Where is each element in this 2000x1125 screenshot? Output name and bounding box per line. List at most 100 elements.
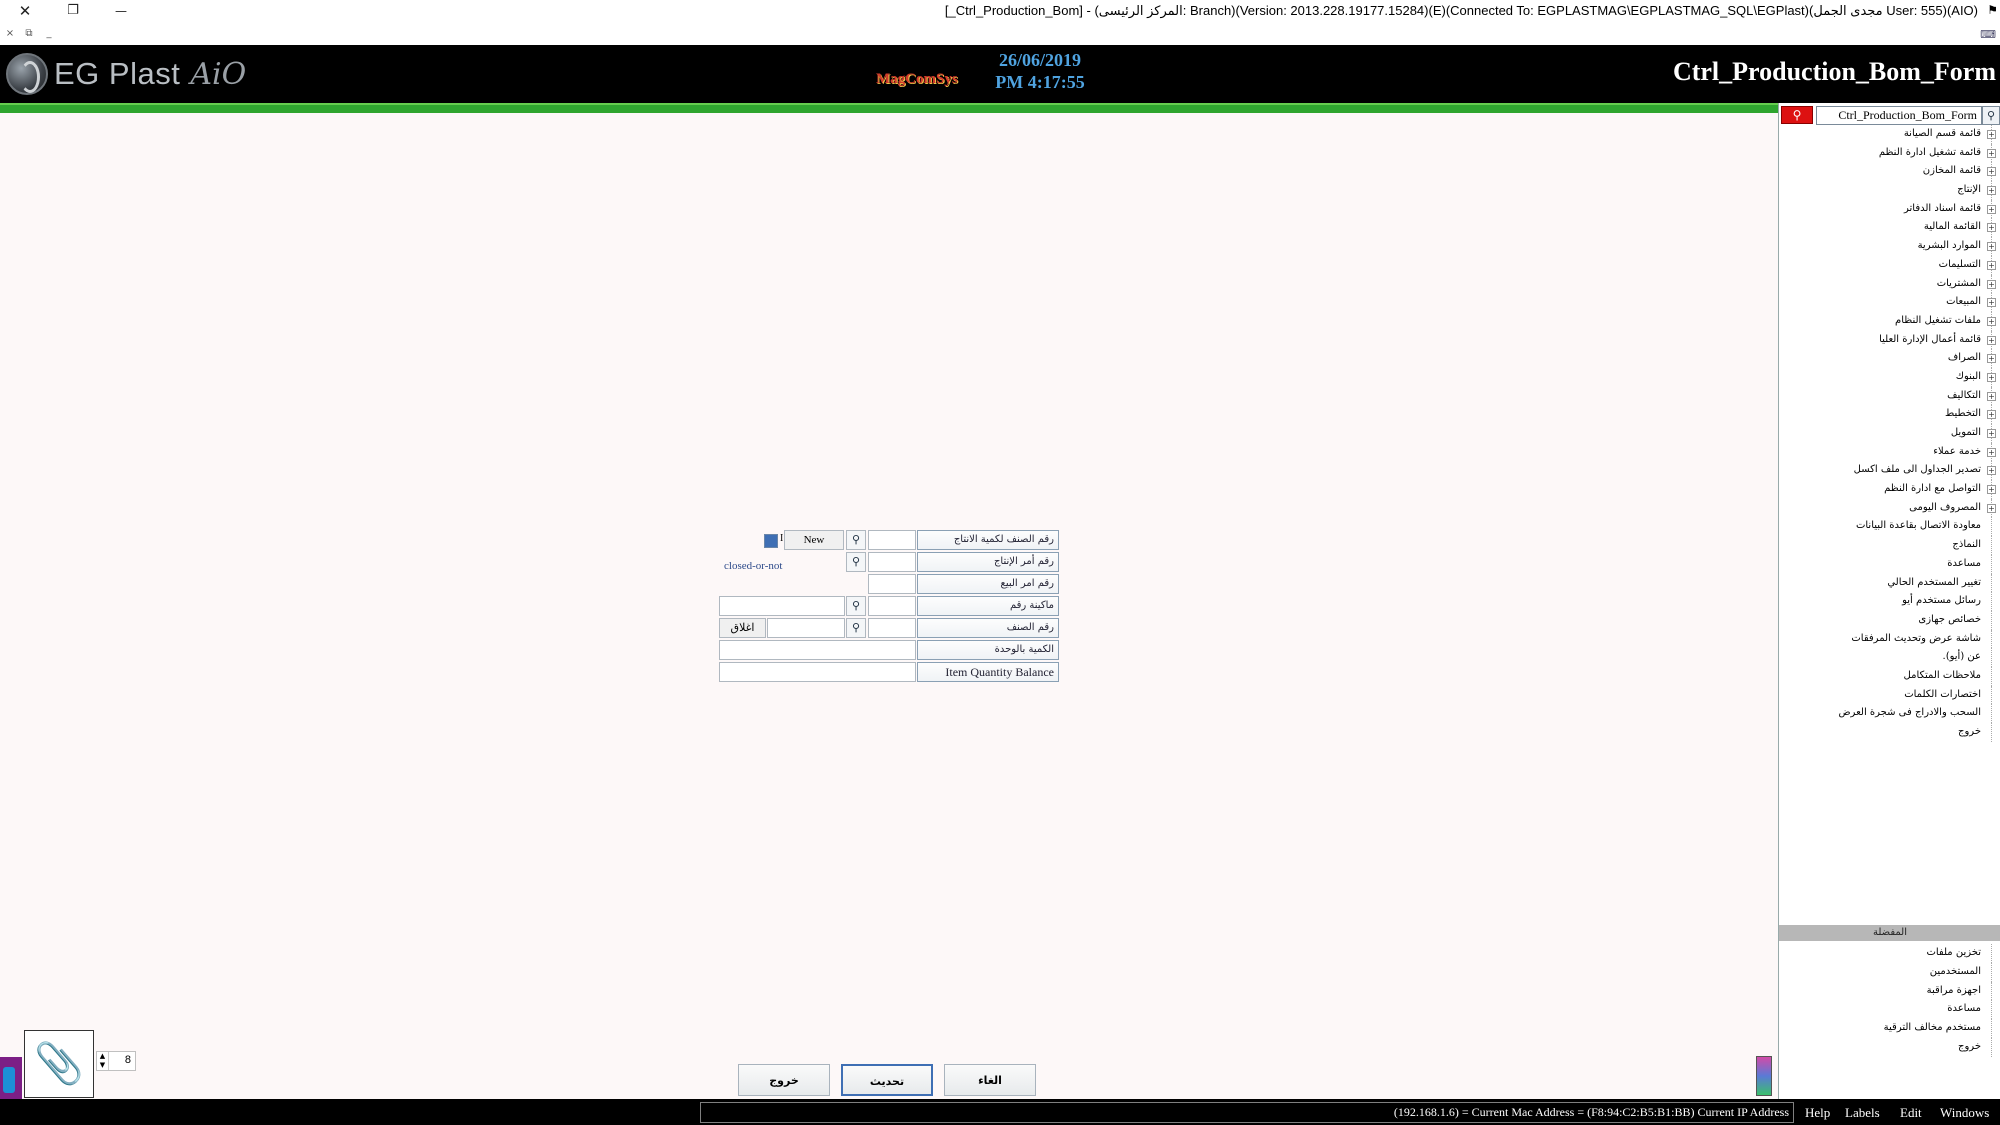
form-search-input[interactable]	[1816, 106, 1982, 125]
favorite-item[interactable]: مستخدم مخالف الترقية	[1779, 1019, 2000, 1038]
tree-item[interactable]: + الإنتاج	[1779, 181, 2000, 200]
favorite-item[interactable]: تخزين ملفات	[1779, 944, 2000, 963]
expand-icon[interactable]: +	[1987, 466, 1996, 476]
expand-icon[interactable]: +	[1987, 447, 1996, 457]
expand-icon[interactable]: +	[1987, 223, 1996, 233]
menu-windows[interactable]: Windows	[1940, 1102, 1989, 1123]
tree-item[interactable]: ملاحظات المتكامل	[1779, 666, 2000, 686]
expand-icon[interactable]: +	[1987, 316, 1996, 326]
new-button[interactable]: New	[784, 530, 844, 550]
tree-item[interactable]: + المبيعات	[1779, 293, 2000, 312]
tree-item[interactable]: + التمويل	[1779, 424, 2000, 443]
tree-item[interactable]: + الصراف	[1779, 349, 2000, 368]
tree-item[interactable]: تغيير المستخدم الحالي	[1779, 573, 2000, 593]
item-quantity-balance-field[interactable]	[719, 662, 916, 682]
menu-edit[interactable]: Edit	[1900, 1102, 1922, 1123]
expand-icon[interactable]: +	[1987, 429, 1996, 438]
tree-item[interactable]: خصائص جهازى	[1779, 610, 2000, 630]
tree-line	[1982, 592, 1992, 611]
search-button[interactable]: ⚲	[1781, 106, 1813, 124]
close-item-button[interactable]: اغلاق	[719, 618, 766, 638]
tree-item[interactable]: معاودة الاتصال بقاعدة البيانات	[1779, 517, 2000, 537]
tree-item[interactable]: عن (أيو).	[1779, 648, 2000, 667]
stepper-arrows-icon[interactable]: ▲ ▼	[97, 1052, 109, 1070]
expand-icon[interactable]: +	[1987, 279, 1996, 289]
exit-button[interactable]: خروج	[738, 1064, 830, 1096]
tree-item[interactable]: شاشة عرض وتحديث المرفقات	[1779, 629, 2000, 649]
expand-icon[interactable]: +	[1987, 130, 1996, 139]
tree-item[interactable]: مساعدة	[1779, 554, 2000, 574]
tree-item[interactable]: خروج	[1779, 723, 2000, 742]
expand-icon[interactable]: +	[1987, 503, 1996, 513]
menu-labels[interactable]: Labels	[1845, 1102, 1880, 1123]
production-order-lookup-button[interactable]: ⚲	[846, 552, 866, 572]
search-icon: ⚲	[851, 621, 861, 634]
tree-item[interactable]: + التخطيط	[1779, 405, 2000, 424]
expand-icon[interactable]: +	[1987, 354, 1996, 364]
favorite-item[interactable]: مساعدة	[1779, 1000, 2000, 1020]
tree-item[interactable]: + القائمة المالية	[1779, 218, 2000, 238]
minimize-window-button[interactable]: —	[106, 0, 136, 22]
machine-lookup-button[interactable]: ⚲	[846, 596, 866, 616]
expand-icon[interactable]: +	[1987, 148, 1996, 158]
expand-icon[interactable]: +	[1987, 335, 1996, 345]
expand-icon[interactable]: +	[1987, 372, 1996, 382]
expand-icon[interactable]: +	[1987, 167, 1996, 177]
item-no-production-qty-lookup-button[interactable]: ⚲	[846, 530, 866, 550]
mdi-minimize-button[interactable]: _	[42, 26, 56, 42]
favorite-item[interactable]: اجهزة مراقبة	[1779, 981, 2000, 1001]
close-window-button[interactable]: ✕	[10, 0, 40, 22]
item-name-field[interactable]	[767, 618, 845, 638]
machine-no-field[interactable]	[868, 596, 916, 616]
tree-item[interactable]: اختصارات الكلمات	[1779, 685, 2000, 705]
expand-icon[interactable]: +	[1987, 298, 1996, 308]
tree-item[interactable]: + قائمة المخازن	[1779, 162, 2000, 182]
tree-item[interactable]: + قائمة تشغيل ادارة النظم	[1779, 143, 2000, 163]
tree-item[interactable]: النماذج	[1779, 536, 2000, 555]
tree-item[interactable]: + المصروف اليومى	[1779, 498, 2000, 518]
cancel-button[interactable]: الغاء	[944, 1064, 1036, 1096]
expand-icon[interactable]: +	[1987, 260, 1996, 270]
mdi-close-button[interactable]: ×	[3, 26, 17, 42]
item-no-production-qty-field[interactable]	[868, 530, 916, 550]
attachments-count-stepper[interactable]: ▲ ▼ 8	[96, 1051, 136, 1071]
attachments-button[interactable]: 📎	[24, 1030, 94, 1098]
favorite-item[interactable]: المستخدمين	[1779, 962, 2000, 982]
tree-item[interactable]: + الموارد البشرية	[1779, 237, 2000, 256]
tree-item[interactable]: + التواصل مع ادارة النظم	[1779, 480, 2000, 499]
side-toggle-tab[interactable]	[0, 1057, 22, 1099]
expand-icon[interactable]: +	[1987, 391, 1996, 401]
tree-item[interactable]: + قائمة قسم الصيانة	[1779, 125, 2000, 144]
mdi-restore-button[interactable]: ⧉	[22, 26, 36, 42]
tree-line	[1982, 517, 1992, 537]
tree-item[interactable]: + ملفات تشغيل النظام	[1779, 311, 2000, 331]
tree-item[interactable]: رسائل مستخدم أيو	[1779, 592, 2000, 611]
restore-window-button[interactable]: ❐	[58, 0, 88, 22]
item-no-field[interactable]	[868, 618, 916, 638]
item-lookup-button[interactable]: ⚲	[846, 618, 866, 638]
tree-item[interactable]: + تصدير الجداول الى ملف اكسل	[1779, 461, 2000, 481]
closed-checkbox[interactable]	[764, 534, 778, 548]
expand-icon[interactable]: +	[1987, 204, 1996, 214]
expand-icon[interactable]: +	[1987, 410, 1996, 420]
color-palette-icon[interactable]	[1756, 1056, 1772, 1096]
expand-icon[interactable]: +	[1987, 242, 1996, 252]
tree-item[interactable]: + قائمة اسناد الدفاتر	[1779, 199, 2000, 219]
tree-item[interactable]: + قائمة أعمال الإدارة العليا	[1779, 330, 2000, 350]
tree-item[interactable]: السحب والادراج فى شجرة العرض	[1779, 704, 2000, 723]
search-go-button[interactable]: ⚲	[1982, 106, 2000, 125]
tree-item[interactable]: + البنوك	[1779, 367, 2000, 387]
sales-order-no-field[interactable]	[868, 574, 916, 594]
menu-help[interactable]: Help	[1805, 1102, 1830, 1123]
production-order-no-field[interactable]	[868, 552, 916, 572]
update-button[interactable]: تحديث	[841, 1064, 933, 1096]
expand-icon[interactable]: +	[1987, 186, 1996, 196]
machine-name-field[interactable]	[719, 596, 845, 616]
tree-item[interactable]: + التسليمات	[1779, 255, 2000, 275]
tree-item[interactable]: + المشتريات	[1779, 274, 2000, 294]
expand-icon[interactable]: +	[1987, 485, 1996, 495]
qty-per-unit-field[interactable]	[719, 640, 916, 660]
favorite-item[interactable]: خروج	[1779, 1037, 2000, 1057]
tree-item[interactable]: + خدمة عملاء	[1779, 442, 2000, 462]
tree-item[interactable]: + التكاليف	[1779, 386, 2000, 406]
